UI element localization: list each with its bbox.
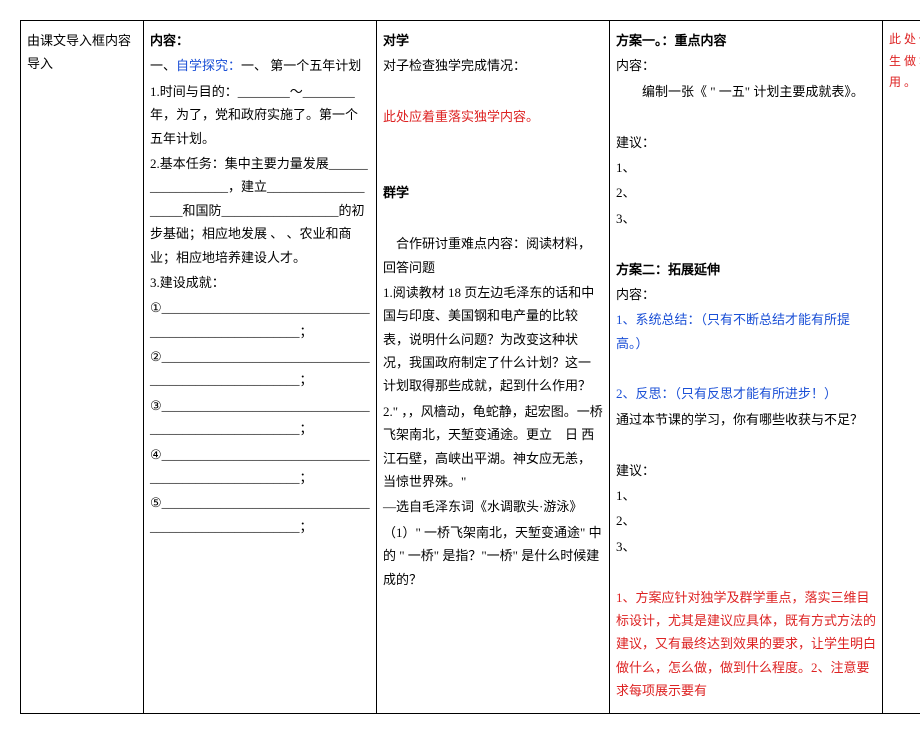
self-study-label: 自学探究： — [176, 58, 241, 73]
plan2-line1: 1、系统总结：（只有不断总结才能有所提高。） — [616, 308, 876, 355]
suggest-2: 2、 — [616, 181, 876, 204]
col-plans: 方案一。：重点内容 内容： 编制一张《 " 一五" 计划主要成就表》。 建议： … — [610, 21, 883, 714]
group-q1: 1.阅读教材 18 页左边毛泽东的话和中国与印度、美国钢和电产量的比较表，说明什… — [383, 281, 603, 398]
self-study-suffix: 一、 第一个五年计划 — [241, 58, 361, 73]
group-q2: 2." ，，风樯动，龟蛇静，起宏图。一桥飞架南北，天堑变通途。更立 日 西江石壁… — [383, 400, 603, 494]
achievement-3: ③_______________________________________… — [150, 394, 370, 441]
item-2: 2.基本任务：集中主要力量发展__________________，建立____… — [150, 152, 370, 269]
plan2-content-label: 内容： — [616, 283, 876, 306]
plan1-content-label: 内容： — [616, 54, 876, 77]
pair-line1: 对子检查独学完成情况： — [383, 54, 603, 77]
suggest2-2: 2、 — [616, 509, 876, 532]
achievement-5: ⑤_______________________________________… — [150, 491, 370, 538]
plan2-line3: 通过本节课的学习，你有哪些收获与不足？ — [616, 408, 876, 431]
suggest2-1: 1、 — [616, 484, 876, 507]
suggest-3: 3、 — [616, 207, 876, 230]
pair-line2: 此处应着重落实独学内容。 — [383, 105, 603, 128]
plan2-heading: 方案二：拓展延伸 — [616, 258, 876, 281]
plan-note: 1、方案应针对独学及群学重点，落实三维目标设计，尤其是建议应具体，既有方式方法的… — [616, 586, 876, 703]
plan1-heading: 方案一。：重点内容 — [616, 29, 876, 52]
suggest-1: 1、 — [616, 156, 876, 179]
self-study-line: 一、自学探究：一、 第一个五年计划 — [150, 54, 370, 77]
col-content: 内容： 一、自学探究：一、 第一个五年计划 1.时间与目的：________～_… — [144, 21, 377, 714]
suggest2-3: 3、 — [616, 535, 876, 558]
pair-heading: 对学 — [383, 29, 603, 52]
group-q4: （1）" 一桥飞架南北，天堑变通途" 中的 " 一桥" 是指？"一桥" 是什么时… — [383, 521, 603, 591]
intro-title: 由课文导入框内容导入 — [27, 29, 137, 76]
group-heading: 群学 — [383, 181, 603, 204]
group-q3: —选自毛泽东词《水调歌头·游泳》 — [383, 495, 603, 518]
plan2-line2: 2、反思：（只有反思才能有所进步！） — [616, 382, 876, 405]
col-pair-group: 对学 对子检查独学完成情况： 此处应着重落实独学内容。 群学 合作研讨重难点内容… — [377, 21, 610, 714]
suggest-label: 建议： — [616, 131, 876, 154]
content-heading: 内容： — [150, 29, 370, 52]
achievement-2: ②_______________________________________… — [150, 345, 370, 392]
item-3: 3.建设成就： — [150, 271, 370, 294]
suggest-label-2: 建议： — [616, 459, 876, 482]
margin-note: 此 处 供 学 生 做 笔 记 用 。 — [889, 29, 920, 94]
self-study-prefix: 一、 — [150, 58, 176, 73]
col-intro: 由课文导入框内容导入 — [21, 21, 144, 714]
plan1-content: 编制一张《 " 一五" 计划主要成就表》。 — [616, 80, 876, 103]
col-margin-note: 此 处 供 学 生 做 笔 记 用 。 — [883, 21, 920, 714]
worksheet-table: 由课文导入框内容导入 内容： 一、自学探究：一、 第一个五年计划 1.时间与目的… — [20, 20, 920, 714]
achievement-4: ④_______________________________________… — [150, 443, 370, 490]
achievement-1: ①_______________________________________… — [150, 296, 370, 343]
item-1: 1.时间与目的：________～________年，为了，党和政府实施了。第一… — [150, 80, 370, 150]
group-intro: 合作研讨重难点内容：阅读材料，回答问题 — [383, 232, 603, 279]
